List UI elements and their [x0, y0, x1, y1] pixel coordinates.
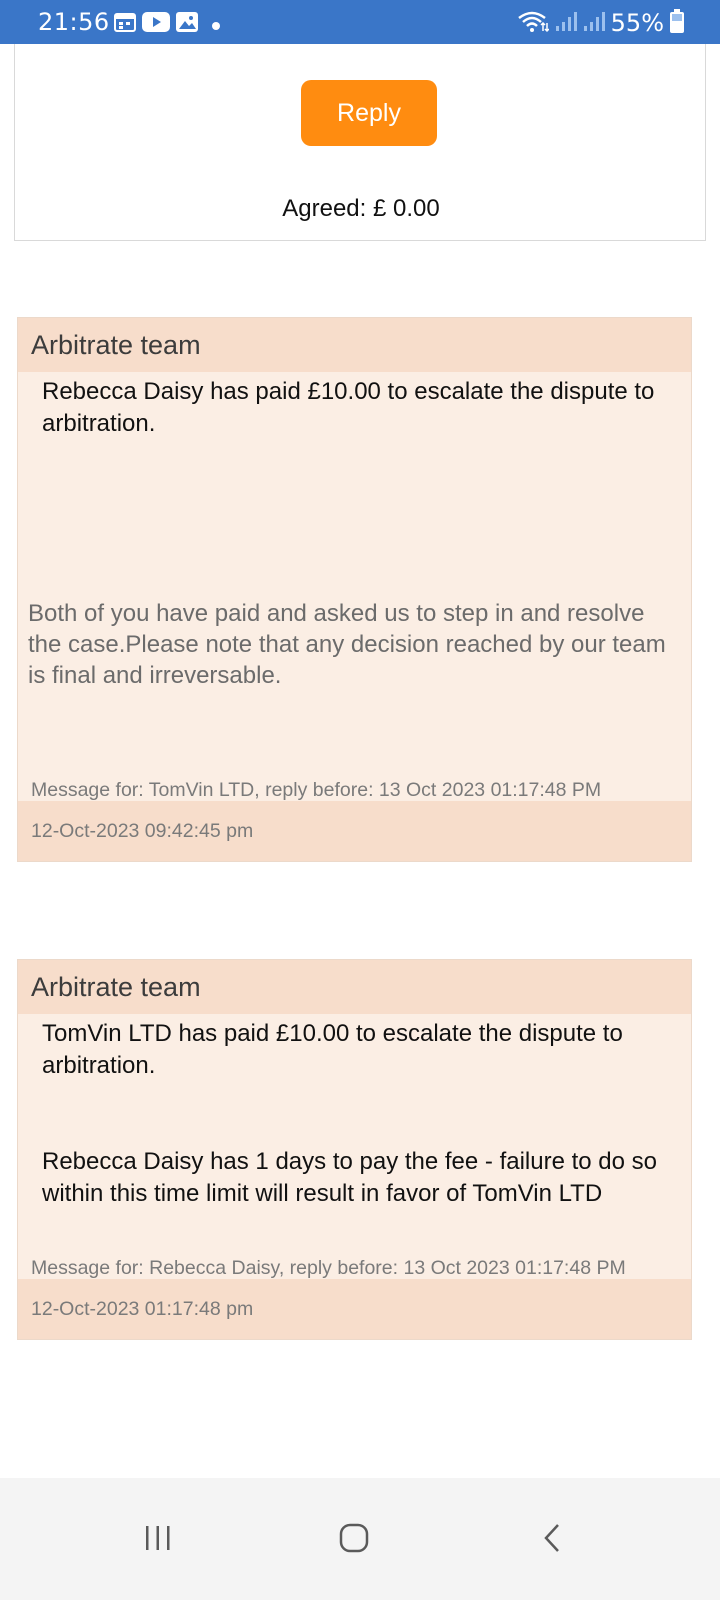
battery-percentage: 55%	[610, 9, 664, 37]
message-card: Arbitrate team Rebecca Daisy has paid £1…	[17, 317, 692, 862]
message-card: Arbitrate team TomVin LTD has paid £10.0…	[17, 959, 692, 1340]
message-timestamp: 12-Oct-2023 09:42:45 pm	[18, 801, 691, 861]
message-note: Both of you have paid and asked us to st…	[28, 600, 666, 689]
signal-icon	[555, 10, 577, 36]
message-sender: Arbitrate team	[18, 318, 691, 372]
battery-icon	[670, 9, 684, 37]
youtube-icon	[142, 12, 170, 36]
reply-button[interactable]: Reply	[301, 80, 437, 146]
signal-icon	[583, 10, 605, 36]
agreed-amount: Agreed: £ 0.00	[282, 195, 440, 222]
recent-apps-icon[interactable]	[128, 1508, 188, 1568]
notification-icons	[114, 12, 220, 36]
message-sender: Arbitrate team	[18, 960, 691, 1014]
home-icon[interactable]	[324, 1508, 384, 1568]
calendar-icon	[114, 12, 136, 36]
message-timestamp: 12-Oct-2023 01:17:48 pm	[18, 1279, 691, 1339]
status-bar: 21:56 55%	[0, 0, 720, 44]
wifi-icon	[517, 9, 550, 37]
gallery-icon	[176, 12, 198, 36]
status-time: 21:56	[38, 8, 110, 36]
message-body: Rebecca Daisy has paid £10.00 to escalat…	[42, 378, 655, 437]
system-icons: 55%	[517, 9, 684, 37]
message-body-deadline: Rebecca Daisy has 1 days to pay the fee …	[42, 1148, 658, 1207]
message-recipient-deadline: Message for: Rebecca Daisy, reply before…	[31, 1257, 626, 1279]
navigation-bar	[0, 1478, 720, 1600]
negotiation-card: Reply Agreed: £ 0.00	[14, 44, 706, 241]
message-recipient-deadline: Message for: TomVin LTD, reply before: 1…	[31, 779, 602, 801]
notification-dot-icon	[212, 15, 220, 34]
message-body: TomVin LTD has paid £10.00 to escalate t…	[42, 1020, 623, 1079]
back-icon[interactable]	[522, 1508, 582, 1568]
